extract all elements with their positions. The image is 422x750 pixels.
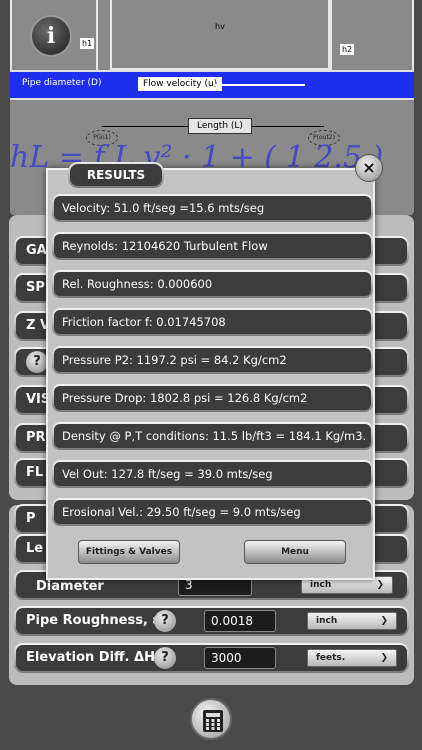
results-modal: RESULTS × Velocity: 51.0 ft/seg =15.6 mt… <box>46 154 383 580</box>
pipe-roughness-input[interactable]: 0.0018 <box>204 610 276 632</box>
elevation-row[interactable]: Elevation Diff. ΔH ? 3000 feets. ❯ <box>14 643 409 673</box>
pipe: Pipe diameter (D) Flow velocity (u) <box>10 70 414 100</box>
flow-arrow <box>215 84 305 86</box>
menu-button[interactable]: Menu <box>244 540 346 564</box>
chevron-down-icon: ❯ <box>376 580 384 590</box>
result-density: Density @ P,T conditions: 11.5 lb/ft3 = … <box>52 422 373 450</box>
calculator-icon <box>203 710 223 732</box>
result-pressure-drop: Pressure Drop: 1802.8 psi = 126.8 Kg/cm2 <box>52 384 373 412</box>
calculator-button[interactable] <box>190 698 232 740</box>
pipe-roughness-help-icon[interactable]: ? <box>154 610 176 632</box>
fittings-valves-button[interactable]: Fittings & Valves <box>78 540 180 564</box>
tank-middle <box>110 0 330 70</box>
tank-right <box>330 0 414 76</box>
close-icon[interactable]: × <box>355 154 383 182</box>
elevation-unit-select[interactable]: feets. ❯ <box>307 649 397 667</box>
pipe-diameter-label: Pipe diameter (D) <box>22 78 102 88</box>
pipe-roughness-label: Pipe Roughness, ε <box>26 613 160 628</box>
results-title: RESULTS <box>68 162 164 188</box>
pipe-roughness-unit-select[interactable]: inch ❯ <box>307 612 397 630</box>
info-button[interactable]: i <box>30 15 72 57</box>
result-reynolds: Reynolds: 12104620 Turbulent Flow <box>52 232 373 260</box>
elevation-input[interactable]: 3000 <box>204 647 276 669</box>
h1-label: h1 <box>80 38 95 49</box>
length-label: Length (L) <box>188 118 252 134</box>
result-velocity: Velocity: 51.0 ft/seg =15.6 mts/seg <box>52 194 373 222</box>
chevron-down-icon: ❯ <box>380 653 388 663</box>
elevation-help-icon[interactable]: ? <box>154 647 176 669</box>
flow-velocity-label: Flow velocity (u) <box>138 77 223 91</box>
result-rel-roughness: Rel. Roughness: 0.000600 <box>52 270 373 298</box>
pipe-roughness-row[interactable]: Pipe Roughness, ε ? 0.0018 inch ❯ <box>14 606 409 636</box>
result-vel-out: Vel Out: 127.8 ft/seg = 39.0 mts/seg <box>52 460 373 488</box>
elevation-label: Elevation Diff. ΔH <box>26 650 155 665</box>
h2-label: h2 <box>340 44 355 55</box>
result-pressure-p2: Pressure P2: 1197.2 psi = 84.2 Kg/cm2 <box>52 346 373 374</box>
hv-label: hv <box>215 22 225 31</box>
result-friction-factor: Friction factor f: 0.01745708 <box>52 308 373 336</box>
help-icon[interactable]: ? <box>26 351 48 373</box>
result-erosional-vel: Erosional Vel.: 29.50 ft/seg = 9.0 mts/s… <box>52 498 373 526</box>
chevron-down-icon: ❯ <box>380 616 388 626</box>
